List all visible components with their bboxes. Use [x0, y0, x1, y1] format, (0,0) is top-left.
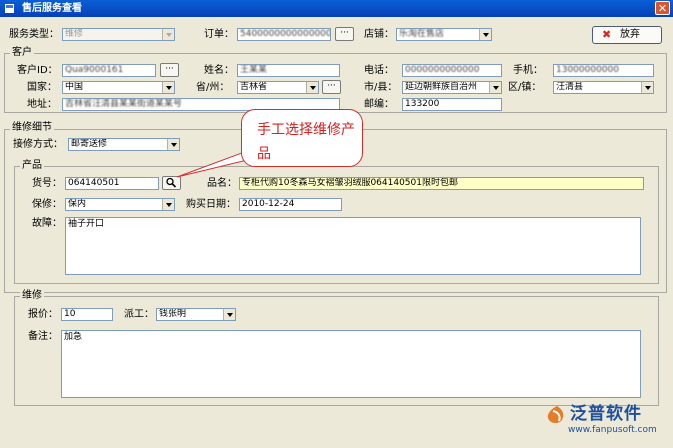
repair-group-title: 维修	[20, 290, 44, 302]
warranty-value: 保内	[68, 199, 87, 209]
zip-field[interactable]: 133200	[402, 98, 502, 111]
chevron-down-icon	[223, 309, 235, 320]
name-field[interactable]: 王某某	[237, 64, 340, 77]
address-label: 地址：	[27, 99, 57, 110]
remark-value: 加急	[64, 332, 83, 342]
main-window: 服务类型： 维修 订单： 5400000000000000 ··· 店铺： 乐淘…	[0, 17, 673, 435]
logo-icon	[547, 406, 564, 423]
product-code-field[interactable]: 064140501	[65, 177, 159, 190]
repair-detail-group-title: 维修细节	[10, 122, 54, 134]
mobile-field[interactable]: 13000000000	[553, 64, 654, 77]
product-code-value: 064140501	[68, 178, 120, 188]
fault-value: 袖子开口	[68, 219, 105, 229]
app-icon	[5, 4, 14, 13]
country-value: 中国	[65, 82, 84, 92]
cancel-button[interactable]: ✖ 放弃	[592, 26, 662, 44]
chevron-down-icon	[306, 82, 318, 93]
remark-textarea[interactable]: 加急	[61, 330, 641, 398]
customer-group-title: 客户	[10, 47, 34, 59]
search-icon	[166, 177, 177, 188]
city-select[interactable]: 延边朝鲜族自治州	[402, 81, 502, 94]
purchase-date-value: 2010-12-24	[242, 199, 295, 209]
quote-field[interactable]: 10	[61, 308, 113, 321]
province-label: 省/州：	[196, 82, 230, 93]
chevron-down-icon	[167, 139, 179, 150]
cancel-button-label: 放弃	[620, 29, 640, 40]
order-browse-button[interactable]: ···	[335, 27, 354, 41]
repair-method-select[interactable]: 邮寄送修	[68, 138, 180, 151]
address-value: 吉林省汪清县某某街道某某号	[65, 99, 183, 109]
phone-value: 0000000000000	[405, 65, 480, 75]
chevron-down-icon	[641, 82, 653, 93]
district-select[interactable]: 汪清县	[553, 81, 654, 94]
chevron-down-icon	[162, 199, 174, 210]
product-search-button[interactable]	[162, 176, 181, 190]
service-type-label: 服务类型：	[9, 29, 59, 40]
province-browse-button[interactable]: ···	[322, 80, 341, 94]
phone-field[interactable]: 0000000000000	[402, 64, 502, 77]
phone-label: 电话：	[364, 65, 394, 76]
logo-brand-text: 泛普软件	[570, 404, 642, 424]
product-code-label: 货号：	[32, 178, 62, 189]
chevron-down-icon	[479, 29, 491, 40]
repair-method-value: 邮寄送修	[71, 139, 108, 149]
zip-value: 133200	[405, 99, 440, 109]
product-group-title: 产品	[20, 160, 44, 172]
order-label: 订单：	[204, 29, 234, 40]
country-label: 国家：	[27, 82, 57, 93]
store-value: 乐淘在售店	[399, 29, 445, 39]
customer-id-value: Qua9000161	[65, 65, 124, 75]
product-name-label: 品名：	[207, 178, 237, 189]
warranty-select[interactable]: 保内	[65, 198, 175, 211]
province-value: 吉林省	[240, 82, 268, 92]
store-label: 店铺：	[364, 29, 394, 40]
close-button[interactable]: ✕	[655, 1, 670, 15]
fault-textarea[interactable]: 袖子开口	[65, 217, 641, 275]
order-field[interactable]: 5400000000000000	[237, 28, 331, 41]
customer-browse-button[interactable]: ···	[160, 63, 179, 77]
purchase-date-field[interactable]: 2010-12-24	[239, 198, 342, 211]
quote-value: 10	[64, 309, 76, 319]
district-label: 区/镇：	[508, 82, 542, 93]
name-value: 王某某	[240, 65, 268, 75]
warranty-label: 保修：	[32, 199, 62, 210]
country-select[interactable]: 中国	[62, 81, 175, 94]
window-title: 售后服务查看	[22, 3, 82, 14]
cancel-icon: ✖	[602, 28, 612, 41]
customer-id-field[interactable]: Qua9000161	[62, 64, 156, 77]
service-type-select[interactable]: 维修	[62, 28, 175, 41]
province-select[interactable]: 吉林省	[237, 81, 319, 94]
worker-value: 钱张明	[159, 309, 187, 319]
remark-label: 备注：	[28, 331, 58, 342]
callout-text: 手工选择维修产品	[257, 122, 355, 162]
worker-label: 派工：	[124, 309, 154, 320]
district-value: 汪清县	[556, 82, 584, 92]
title-bar: 售后服务查看 ✕	[0, 0, 673, 17]
customer-id-label: 客户ID：	[17, 65, 58, 76]
purchase-date-label: 购买日期：	[186, 199, 236, 210]
order-value: 5400000000000000	[240, 29, 331, 39]
brand-logo: 泛普软件 www.fanpusoft.com	[544, 404, 670, 448]
fault-label: 故障：	[32, 218, 62, 229]
quote-label: 报价：	[28, 309, 58, 320]
city-label: 市/县：	[364, 82, 398, 93]
worker-select[interactable]: 钱张明	[156, 308, 236, 321]
mobile-label: 手机：	[513, 65, 543, 76]
chevron-down-icon	[162, 29, 174, 40]
repair-method-label: 接修方式：	[13, 139, 63, 150]
product-name-value: 专柜代购10冬森马女褶皱羽绒服064140501限时包邮	[242, 178, 458, 188]
store-select[interactable]: 乐淘在售店	[396, 28, 492, 41]
name-label: 姓名：	[204, 65, 234, 76]
chevron-down-icon	[489, 82, 501, 93]
service-type-value: 维修	[65, 29, 84, 39]
city-value: 延边朝鲜族自治州	[405, 82, 478, 92]
zip-label: 邮编：	[364, 99, 394, 110]
chevron-down-icon	[162, 82, 174, 93]
product-name-field[interactable]: 专柜代购10冬森马女褶皱羽绒服064140501限时包邮	[239, 177, 644, 190]
mobile-value: 13000000000	[556, 65, 619, 75]
